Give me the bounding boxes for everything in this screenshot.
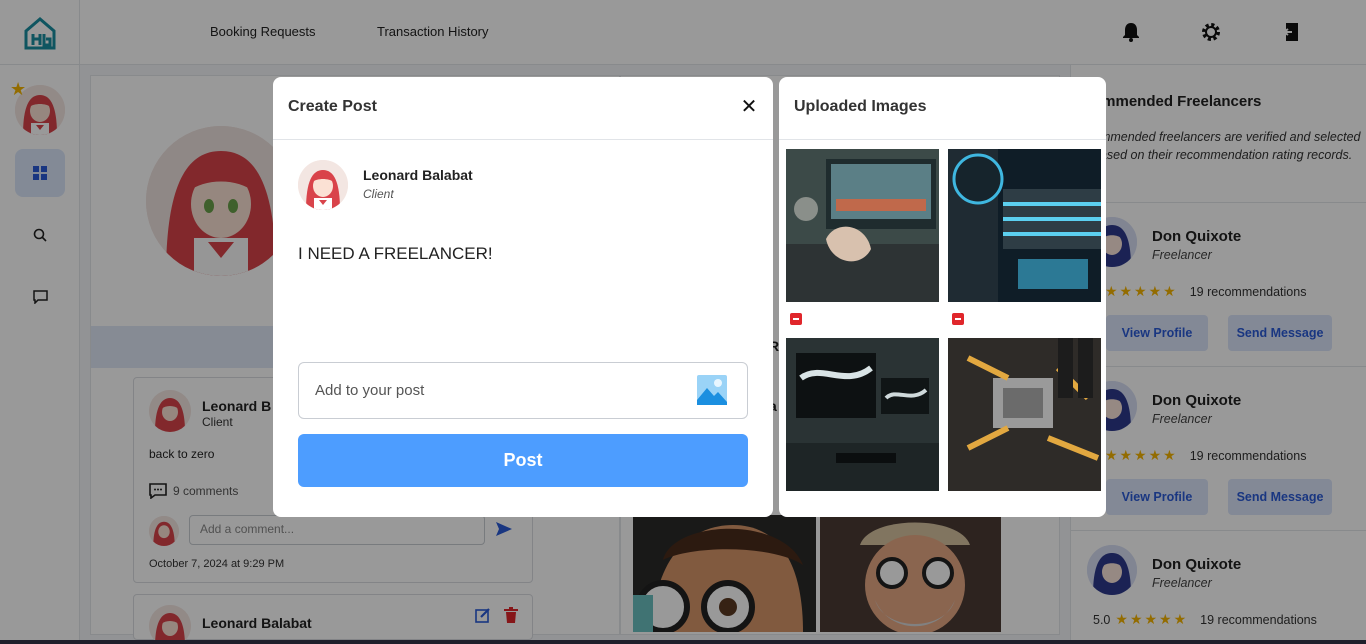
add-to-post-box[interactable]: Add to your post [298, 362, 748, 419]
uploaded-image-pc-internals[interactable] [948, 149, 1101, 302]
add-to-post-label: Add to your post [315, 382, 425, 399]
modal-header: Create Post ✕ [273, 77, 773, 140]
uploaded-image-desk-monitor[interactable] [786, 338, 939, 491]
remove-image-button[interactable] [790, 313, 802, 325]
close-icon[interactable]: ✕ [739, 97, 759, 117]
remove-image-button[interactable] [952, 313, 964, 325]
uploaded-image-motherboard[interactable] [948, 338, 1101, 491]
uploaded-images-panel: Uploaded Images [779, 77, 1106, 517]
bottom-edge-bar [0, 640, 1366, 644]
create-post-modal: Create Post ✕ Leonard Balabat Client I N… [273, 77, 773, 517]
modal-author-role: Client [363, 187, 394, 201]
post-button[interactable]: Post [298, 434, 748, 487]
modal-author-avatar [298, 160, 348, 210]
uploaded-images-title: Uploaded Images [794, 98, 927, 115]
modal-title: Create Post [288, 98, 377, 115]
post-text-area[interactable]: I NEED A FREELANCER! [298, 244, 493, 264]
uploaded-images-header: Uploaded Images [779, 77, 1106, 140]
image-upload-icon[interactable] [696, 374, 728, 406]
uploaded-image-gaming-setup[interactable] [786, 149, 939, 302]
modal-author-name: Leonard Balabat [363, 167, 473, 183]
